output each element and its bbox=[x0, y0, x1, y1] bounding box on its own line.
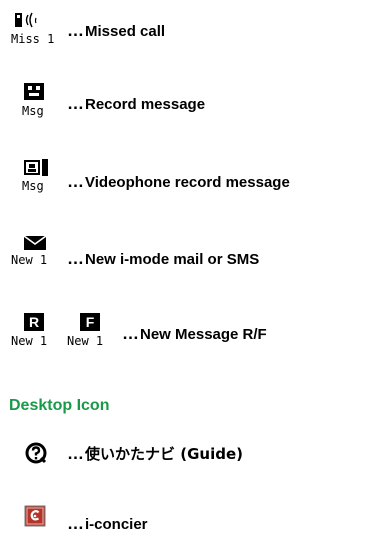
videophone-label: Videophone record message bbox=[85, 174, 290, 191]
ellipsis: … bbox=[67, 94, 85, 113]
desktop-row-guide: …使いかたナビ (Guide) bbox=[0, 440, 368, 470]
legend-row-videophone: Msg …Videophone record message bbox=[0, 156, 368, 206]
missed-call-desc: …Missed call bbox=[67, 22, 165, 41]
ellipsis: … bbox=[67, 514, 85, 533]
new-mail-desc: …New i-mode mail or SMS bbox=[67, 250, 259, 269]
ellipsis: … bbox=[67, 249, 85, 268]
guide-icon bbox=[25, 442, 47, 469]
ellipsis: … bbox=[122, 324, 140, 343]
i-concier-label: i-concier bbox=[85, 516, 148, 533]
legend-row-message-rf: R F New 1 New 1 …New Message R/F bbox=[0, 310, 368, 360]
record-message-count: Msg bbox=[22, 104, 44, 118]
record-message-label: Record message bbox=[85, 96, 206, 113]
f-glyph: F bbox=[85, 314, 95, 330]
videophone-count: Msg bbox=[22, 179, 44, 193]
legend-row-missed-call: Miss 1 …Missed call bbox=[0, 8, 368, 58]
guide-desc: …使いかたナビ (Guide) bbox=[67, 445, 243, 464]
ellipsis: … bbox=[67, 444, 85, 463]
missed-call-label: Missed call bbox=[85, 23, 166, 40]
message-f-count: New 1 bbox=[67, 334, 104, 348]
new-mail-count: New 1 bbox=[11, 253, 48, 267]
guide-label: 使いかたナビ (Guide) bbox=[85, 445, 243, 463]
new-mail-label: New i-mode mail or SMS bbox=[85, 251, 260, 268]
record-message-desc: …Record message bbox=[67, 95, 205, 114]
i-concier-icon bbox=[24, 505, 46, 532]
legend-row-record-message: Msg …Record message bbox=[0, 80, 368, 130]
message-f-icon: F bbox=[80, 313, 100, 331]
videophone-desc: …Videophone record message bbox=[67, 173, 290, 192]
ellipsis: … bbox=[67, 172, 85, 191]
message-rf-desc: …New Message R/F bbox=[122, 325, 267, 344]
desktop-row-i-concier: …i-concier bbox=[0, 505, 368, 535]
legend-row-new-mail: New 1 …New i-mode mail or SMS bbox=[0, 232, 368, 282]
message-rf-label: New Message R/F bbox=[140, 326, 267, 343]
ellipsis: … bbox=[67, 21, 85, 40]
message-r-count: New 1 bbox=[11, 334, 48, 348]
r-glyph: R bbox=[28, 314, 40, 330]
section-title-desktop-icon: Desktop Icon bbox=[9, 397, 110, 414]
message-r-icon: R bbox=[24, 313, 44, 331]
missed-call-count: Miss 1 bbox=[11, 32, 55, 46]
i-concier-desc: …i-concier bbox=[67, 515, 148, 534]
